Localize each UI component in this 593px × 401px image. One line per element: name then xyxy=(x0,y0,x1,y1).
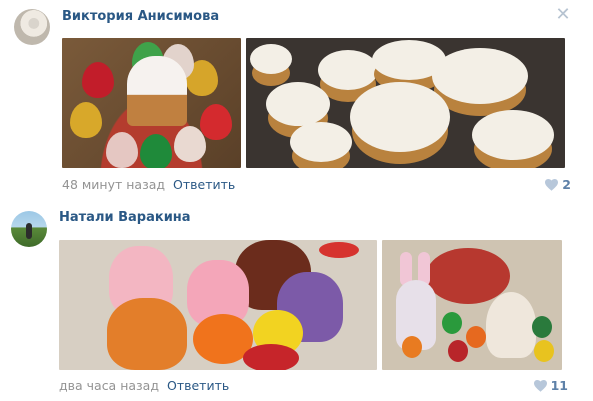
reply-button[interactable]: Ответить xyxy=(173,177,235,192)
comment-photo[interactable] xyxy=(59,240,377,370)
avatar[interactable] xyxy=(14,9,50,45)
comment-photo[interactable] xyxy=(246,38,565,168)
timestamp[interactable]: 48 минут назад xyxy=(62,177,165,192)
close-icon[interactable]: ✕ xyxy=(555,6,571,24)
comment-meta: два часа назад Ответить xyxy=(59,378,229,393)
author-name[interactable]: Виктория Анисимова xyxy=(62,9,219,24)
reply-button[interactable]: Ответить xyxy=(167,378,229,393)
timestamp[interactable]: два часа назад xyxy=(59,378,159,393)
author-name[interactable]: Натали Варакина xyxy=(59,210,191,225)
heart-icon xyxy=(533,379,547,392)
heart-icon xyxy=(545,178,559,191)
comment-photo[interactable] xyxy=(382,240,562,370)
avatar[interactable] xyxy=(11,211,47,247)
like-button[interactable]: 11 xyxy=(533,378,568,393)
like-count: 2 xyxy=(562,177,571,192)
like-button[interactable]: 2 xyxy=(545,177,571,192)
comment-photo[interactable] xyxy=(62,38,241,168)
comment: Натали Варакина два часа назад Ответить 1… xyxy=(0,200,593,401)
comment: Виктория Анисимова ✕ 48 минут назад Ответ… xyxy=(0,0,593,200)
comment-meta: 48 минут назад Ответить xyxy=(62,177,235,192)
like-count: 11 xyxy=(550,378,568,393)
